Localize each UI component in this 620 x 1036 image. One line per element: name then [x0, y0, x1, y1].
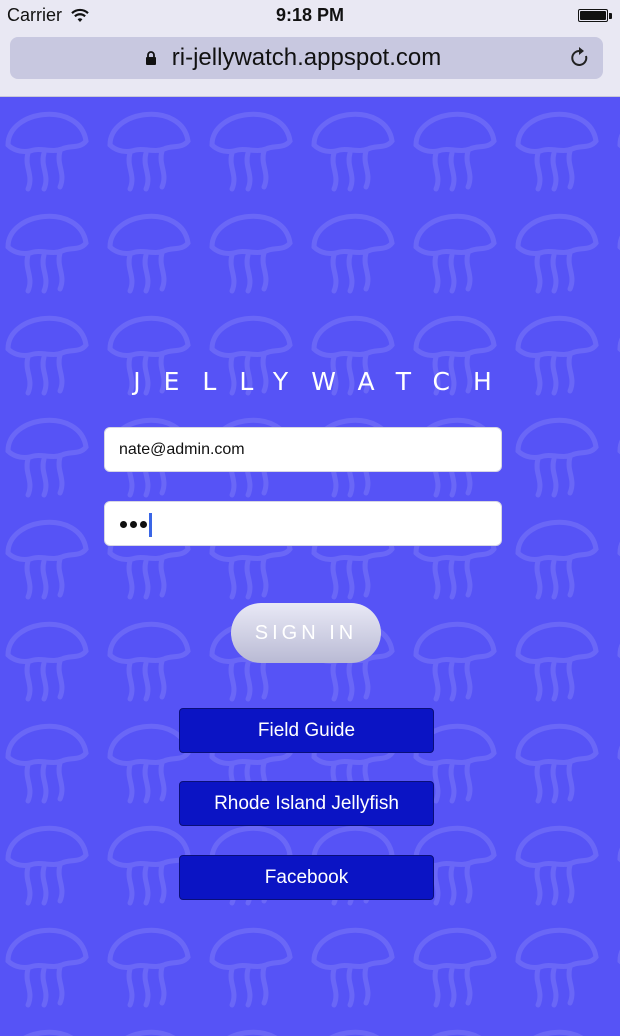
rhode-island-jellyfish-button[interactable]: Rhode Island Jellyfish — [179, 781, 434, 826]
app-title: JELLYWATCH — [133, 367, 515, 396]
password-mask — [120, 521, 147, 528]
facebook-button[interactable]: Facebook — [179, 855, 434, 900]
address-bar[interactable]: ri-jellywatch.appspot.com — [10, 37, 603, 79]
browser-toolbar: ri-jellywatch.appspot.com — [0, 32, 620, 97]
clock: 9:18 PM — [275, 5, 345, 25]
email-field[interactable]: nate@admin.com — [104, 427, 502, 472]
password-field[interactable] — [104, 501, 502, 546]
text-caret — [149, 513, 152, 537]
login-page: JELLYWATCH nate@admin.com SIGN IN Field … — [0, 97, 620, 1036]
sign-in-button[interactable]: SIGN IN — [231, 603, 381, 663]
battery-icon — [578, 9, 608, 22]
email-value: nate@admin.com — [119, 441, 245, 458]
field-guide-button[interactable]: Field Guide — [179, 708, 434, 753]
url-text: ri-jellywatch.appspot.com — [171, 44, 442, 71]
reload-icon[interactable] — [569, 46, 591, 75]
status-bar: Carrier 9:18 PM — [0, 0, 620, 32]
battery-tip — [609, 13, 612, 19]
